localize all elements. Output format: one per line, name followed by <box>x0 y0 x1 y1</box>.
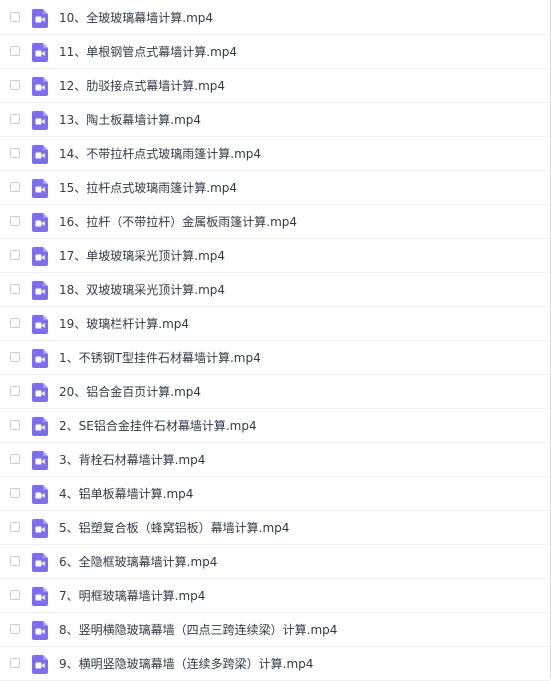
file-name[interactable]: 16、拉杆（不带拉杆）金属板雨篷计算.mp4 <box>59 205 297 239</box>
file-name[interactable]: 13、陶土板幕墙计算.mp4 <box>59 103 201 137</box>
video-file-icon <box>32 655 48 674</box>
file-row[interactable]: 17、单坡玻璃采光顶计算.mp4 <box>0 239 550 273</box>
file-name[interactable]: 6、全隐框玻璃幕墙计算.mp4 <box>59 545 217 579</box>
video-file-icon <box>32 43 48 62</box>
file-name[interactable]: 4、铝单板幕墙计算.mp4 <box>59 477 193 511</box>
file-row[interactable]: 7、明框玻璃幕墙计算.mp4 <box>0 579 550 613</box>
row-checkbox[interactable] <box>10 624 20 634</box>
file-name[interactable]: 8、竖明横隐玻璃幕墙（四点三跨连续梁）计算.mp4 <box>59 613 337 647</box>
row-checkbox[interactable] <box>10 590 20 600</box>
video-file-icon <box>32 349 48 368</box>
file-name[interactable]: 7、明框玻璃幕墙计算.mp4 <box>59 579 205 613</box>
file-row[interactable]: 1、不锈钢T型挂件石材幕墙计算.mp4 <box>0 341 550 375</box>
row-checkbox[interactable] <box>10 216 20 226</box>
row-checkbox[interactable] <box>10 80 20 90</box>
file-name[interactable]: 2、SE铝合金挂件石材幕墙计算.mp4 <box>59 409 257 443</box>
row-checkbox[interactable] <box>10 114 20 124</box>
video-file-icon <box>32 383 48 402</box>
file-list: 10、全玻玻璃幕墙计算.mp4 11、单根钢管点式幕墙计算.mp4 12、肋驳接… <box>0 0 551 681</box>
video-file-icon <box>32 213 48 232</box>
video-file-icon <box>32 111 48 130</box>
video-file-icon <box>32 315 48 334</box>
row-checkbox[interactable] <box>10 148 20 158</box>
video-file-icon <box>32 77 48 96</box>
video-file-icon <box>32 587 48 606</box>
file-name[interactable]: 15、拉杆点式玻璃雨篷计算.mp4 <box>59 171 237 205</box>
row-checkbox[interactable] <box>10 318 20 328</box>
video-file-icon <box>32 179 48 198</box>
file-name[interactable]: 20、铝合金百页计算.mp4 <box>59 375 201 409</box>
file-row[interactable]: 2、SE铝合金挂件石材幕墙计算.mp4 <box>0 409 550 443</box>
file-row[interactable]: 18、双坡玻璃采光顶计算.mp4 <box>0 273 550 307</box>
video-file-icon <box>32 621 48 640</box>
file-row[interactable]: 13、陶土板幕墙计算.mp4 <box>0 103 550 137</box>
file-row[interactable]: 10、全玻玻璃幕墙计算.mp4 <box>0 1 550 35</box>
row-checkbox[interactable] <box>10 658 20 668</box>
video-file-icon <box>32 247 48 266</box>
video-file-icon <box>32 417 48 436</box>
file-name[interactable]: 1、不锈钢T型挂件石材幕墙计算.mp4 <box>59 341 261 375</box>
file-name[interactable]: 5、铝塑复合板（蜂窝铝板）幕墙计算.mp4 <box>59 511 289 545</box>
video-file-icon <box>32 451 48 470</box>
row-checkbox[interactable] <box>10 522 20 532</box>
row-checkbox[interactable] <box>10 420 20 430</box>
file-row[interactable]: 3、背栓石材幕墙计算.mp4 <box>0 443 550 477</box>
file-name[interactable]: 12、肋驳接点式幕墙计算.mp4 <box>59 69 225 103</box>
file-row[interactable]: 9、横明竖隐玻璃幕墙（连续多跨梁）计算.mp4 <box>0 647 550 681</box>
file-row[interactable]: 11、单根钢管点式幕墙计算.mp4 <box>0 35 550 69</box>
file-name[interactable]: 14、不带拉杆点式玻璃雨篷计算.mp4 <box>59 137 261 171</box>
row-checkbox[interactable] <box>10 284 20 294</box>
video-file-icon <box>32 281 48 300</box>
row-checkbox[interactable] <box>10 12 20 22</box>
video-file-icon <box>32 145 48 164</box>
file-row[interactable]: 4、铝单板幕墙计算.mp4 <box>0 477 550 511</box>
file-row[interactable]: 15、拉杆点式玻璃雨篷计算.mp4 <box>0 171 550 205</box>
row-checkbox[interactable] <box>10 556 20 566</box>
row-checkbox[interactable] <box>10 454 20 464</box>
video-file-icon <box>32 9 48 28</box>
row-checkbox[interactable] <box>10 352 20 362</box>
video-file-icon <box>32 485 48 504</box>
file-name[interactable]: 17、单坡玻璃采光顶计算.mp4 <box>59 239 225 273</box>
row-checkbox[interactable] <box>10 488 20 498</box>
video-file-icon <box>32 519 48 538</box>
file-row[interactable]: 5、铝塑复合板（蜂窝铝板）幕墙计算.mp4 <box>0 511 550 545</box>
file-name[interactable]: 19、玻璃栏杆计算.mp4 <box>59 307 189 341</box>
file-name[interactable]: 9、横明竖隐玻璃幕墙（连续多跨梁）计算.mp4 <box>59 647 313 681</box>
row-checkbox[interactable] <box>10 386 20 396</box>
file-row[interactable]: 16、拉杆（不带拉杆）金属板雨篷计算.mp4 <box>0 205 550 239</box>
file-row[interactable]: 14、不带拉杆点式玻璃雨篷计算.mp4 <box>0 137 550 171</box>
row-checkbox[interactable] <box>10 250 20 260</box>
file-row[interactable]: 20、铝合金百页计算.mp4 <box>0 375 550 409</box>
file-name[interactable]: 18、双坡玻璃采光顶计算.mp4 <box>59 273 225 307</box>
file-row[interactable]: 6、全隐框玻璃幕墙计算.mp4 <box>0 545 550 579</box>
row-checkbox[interactable] <box>10 46 20 56</box>
file-name[interactable]: 10、全玻玻璃幕墙计算.mp4 <box>59 1 213 35</box>
file-name[interactable]: 3、背栓石材幕墙计算.mp4 <box>59 443 205 477</box>
row-checkbox[interactable] <box>10 182 20 192</box>
file-row[interactable]: 8、竖明横隐玻璃幕墙（四点三跨连续梁）计算.mp4 <box>0 613 550 647</box>
video-file-icon <box>32 553 48 572</box>
file-row[interactable]: 19、玻璃栏杆计算.mp4 <box>0 307 550 341</box>
file-row[interactable]: 12、肋驳接点式幕墙计算.mp4 <box>0 69 550 103</box>
file-name[interactable]: 11、单根钢管点式幕墙计算.mp4 <box>59 35 237 69</box>
